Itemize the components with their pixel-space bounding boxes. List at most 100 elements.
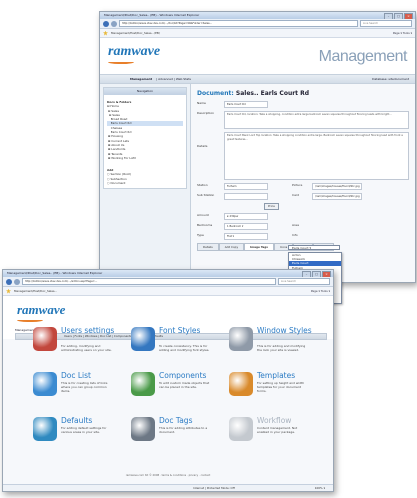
components-icon[interactable] [131, 372, 155, 396]
front-address-input[interactable]: http://listdoc/wave.idev-dev.com/.../adm… [22, 278, 276, 285]
tile-workflow[interactable]: Workflow Content management. Not enabled … [229, 417, 319, 461]
tile-title[interactable]: Workflow [257, 417, 319, 425]
doc-list-icon[interactable] [33, 372, 57, 396]
back-sidebar: Navigation Docs & Folders ⊟ Home ⊟ Sales… [100, 84, 191, 282]
description-textarea[interactable]: Earls Court Rd, location: Take a shoppin… [224, 111, 409, 129]
tile-title[interactable]: Defaults [61, 417, 123, 425]
tile-title[interactable]: Templates [257, 372, 319, 380]
price-button[interactable]: Price [264, 203, 279, 210]
tile-doc-list[interactable]: Doc List This is for creating lists of li… [33, 372, 123, 416]
front-site-header: ramwave [3, 296, 333, 328]
window-styles-icon[interactable] [229, 327, 253, 351]
menu-management[interactable]: Management [15, 328, 35, 332]
picture-input[interactable]: /ram/images/houses/floor4/Stc.jpg [312, 183, 362, 190]
tile-description: This is for creating lists of links wher… [61, 381, 108, 393]
tile-title[interactable]: Components [159, 372, 221, 380]
back-address-input[interactable]: http://listdoc/wave.idev-dev.com/.../doc… [119, 20, 358, 27]
users-icon[interactable] [33, 327, 57, 351]
card-label: Card [292, 193, 300, 197]
sidebar-title: Navigation [104, 88, 186, 95]
menu-management[interactable]: Management [130, 77, 152, 81]
zoom-level[interactable]: 100% ▾ [315, 485, 325, 491]
tile-description: Content management. Not enabled in your … [257, 426, 298, 434]
back-arrow-icon[interactable] [103, 20, 109, 27]
maximize-button[interactable]: □ [394, 13, 403, 19]
tree-item[interactable]: ⊞ Working For LAM [107, 156, 183, 160]
tile-title[interactable]: Font Styles [159, 327, 221, 335]
back-window-titlebar[interactable]: Management/Post/Doc_Sales.. (EB) - Windo… [100, 12, 415, 19]
minimize-button[interactable]: – [302, 271, 311, 277]
bedrooms-label: Bedrooms [197, 223, 213, 227]
menu-web-stats[interactable]: Web Stats [176, 77, 191, 81]
font-styles-icon[interactable] [131, 327, 155, 351]
defaults-icon[interactable] [33, 417, 57, 441]
tile-users-settings[interactable]: Users settings For adding, modifying and … [33, 327, 123, 371]
amount-input[interactable]: £ 230pw [224, 213, 268, 220]
back-window-title: Management/Post/Doc_Sales.. (EB) - Windo… [104, 13, 200, 17]
details-textarea[interactable]: Earls Court Bank Lord Top location: Take… [224, 132, 409, 180]
front-window-title: Management/Post/Doc_Sales.. (EB) - Windo… [7, 271, 103, 275]
sub-station-input[interactable] [224, 193, 268, 200]
area-select[interactable]: Earls Court ▾ [288, 245, 340, 250]
ramwave-logo: ramwave [17, 302, 65, 322]
minimize-button[interactable]: – [384, 13, 393, 19]
tile-description: To create consistency. This is for addin… [159, 344, 210, 352]
tile-font-styles[interactable]: Font Styles To create consistency. This i… [131, 327, 221, 371]
tile-description: For adding, modifying and administrating… [61, 344, 112, 352]
tile-templates[interactable]: Templates For setting up height and width… [229, 372, 319, 416]
tile-window-styles[interactable]: Window Styles This is for adding and modi… [229, 327, 319, 371]
tile-doc-tags[interactable]: Doc Tags This is for adding attributes to… [131, 417, 221, 461]
front-address-bar-row: http://listdoc/wave.idev-dev.com/.../adm… [3, 277, 333, 287]
front-search-input[interactable]: Live Search [278, 278, 330, 285]
tile-description: To edit custom made objects that can be … [159, 381, 210, 389]
tile-title[interactable]: Users settings [61, 327, 123, 335]
back-address-bar-row: http://listdoc/wave.idev-dev.com/.../doc… [100, 19, 415, 29]
picture-label: Picture [292, 183, 303, 187]
station-input[interactable]: Fulham [224, 183, 268, 190]
doc-tags-icon[interactable] [131, 417, 155, 441]
back-favorite-tab[interactable]: Management/Post/Doc_Sales...(EB) [111, 31, 160, 35]
tile-description: For adding default settings for various … [61, 426, 107, 434]
document-title: Document: Sales.. Earls Court Rd [197, 90, 310, 97]
forward-arrow-icon[interactable] [111, 20, 117, 27]
tab-add-copy[interactable]: Add Copy [218, 243, 245, 251]
forward-arrow-icon[interactable] [14, 278, 20, 285]
front-favorites-bar: Management/Post/Doc_Sales... Page ▾ Tool… [3, 287, 333, 296]
back-command-bar[interactable]: Page ▾ Tools ▾ [393, 31, 412, 35]
back-main-menu: Management | Advanced | Web Stats Databas… [100, 74, 415, 84]
tab-details[interactable]: Details [197, 243, 219, 251]
workflow-icon[interactable] [229, 417, 253, 441]
tile-components[interactable]: Components To edit custom made objects th… [131, 372, 221, 416]
description-label: Description [197, 111, 215, 115]
tile-title[interactable]: Doc Tags [159, 417, 221, 425]
bedrooms-select[interactable]: 1 Bedroom ▾ [224, 223, 268, 230]
front-browser-window: Management/Post/Doc_Sales.. (EB) - Windo… [2, 269, 334, 492]
front-favorite-tab[interactable]: Management/Post/Doc_Sales... [14, 289, 57, 293]
tile-description: For setting up height and width template… [257, 381, 305, 393]
favorites-star-icon[interactable] [6, 288, 11, 294]
back-search-input[interactable]: Live Search [360, 20, 412, 27]
status-bar: Internet | Protected Mode: Off 100% ▾ [3, 484, 333, 491]
back-site-header: ramwave Management [100, 38, 415, 74]
ramwave-logo: ramwave [108, 44, 160, 64]
close-button[interactable]: × [322, 271, 331, 277]
station-label: Station [197, 183, 208, 187]
back-arrow-icon[interactable] [6, 278, 12, 285]
tile-title[interactable]: Doc List [61, 372, 123, 380]
favorites-star-icon[interactable] [103, 30, 108, 36]
close-button[interactable]: × [404, 13, 413, 19]
card-input[interactable]: /ram/images/houses/floor4/Stc.jpg [312, 193, 362, 200]
add-item[interactable]: ○ Document [107, 181, 183, 185]
front-command-bar[interactable]: Page ▾ Tools ▾ [311, 289, 330, 293]
sub-station-label: Sub Station [197, 193, 215, 197]
type-select[interactable]: Flat ▾ [224, 233, 268, 240]
name-input[interactable]: Earls Court Rd [224, 101, 268, 108]
management-title: Management [318, 48, 408, 65]
front-window-titlebar[interactable]: Management/Post/Doc_Sales.. (EB) - Windo… [3, 270, 333, 277]
maximize-button[interactable]: □ [312, 271, 321, 277]
tile-defaults[interactable]: Defaults For adding default settings for … [33, 417, 123, 461]
menu-advanced[interactable]: Advanced [158, 77, 173, 81]
tab-image-tags[interactable]: Image Tags [244, 243, 274, 251]
tile-title[interactable]: Window Styles [257, 327, 319, 335]
templates-icon[interactable] [229, 372, 253, 396]
